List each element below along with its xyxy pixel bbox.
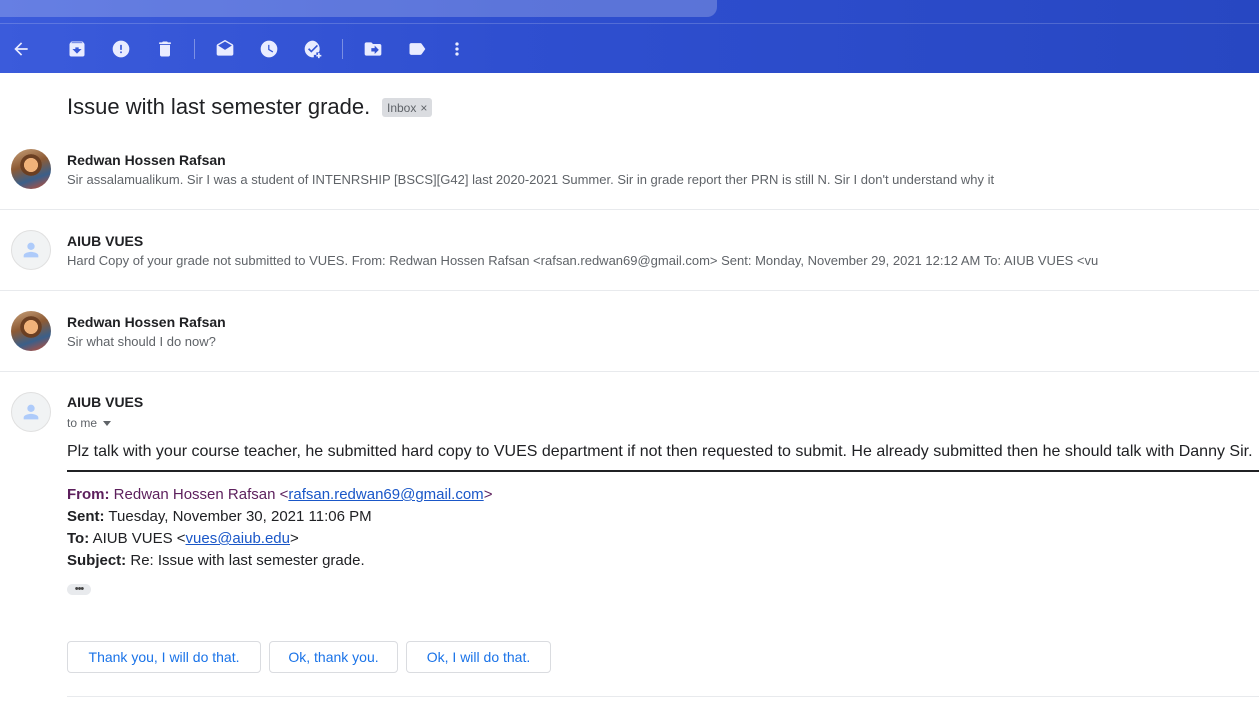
quoted-from-email-link[interactable]: rafsan.redwan69@gmail.com: [288, 486, 483, 503]
bottom-divider: [67, 696, 1259, 697]
quoted-subject-label: Subject:: [67, 552, 127, 569]
recipient-text: to me: [67, 416, 98, 430]
header-divider: [0, 23, 1259, 24]
message-snippet: Hard Copy of your grade not submitted to…: [67, 253, 1099, 268]
delete-icon[interactable]: [153, 37, 177, 61]
label-name: Inbox: [387, 100, 417, 115]
avatar: [11, 230, 51, 270]
person-icon: [23, 242, 39, 258]
avatar: [11, 392, 51, 432]
search-bar[interactable]: [0, 0, 717, 17]
show-trimmed-content-button[interactable]: •••: [67, 584, 91, 595]
remove-label-icon[interactable]: ×: [420, 101, 427, 115]
person-icon: [23, 404, 39, 420]
toolbar-separator: [342, 39, 343, 59]
report-spam-icon[interactable]: [109, 37, 133, 61]
quoted-to-close: >: [289, 530, 299, 547]
quoted-from-name: Redwan Hossen Rafsan <: [113, 486, 289, 503]
avatar: [11, 311, 51, 351]
avatar: [11, 149, 51, 189]
message-snippet: Sir what should I do now?: [67, 334, 216, 349]
message-body: Plz talk with your course teacher, he su…: [67, 443, 1253, 460]
mark-unread-icon[interactable]: [213, 37, 237, 61]
smart-reply-button[interactable]: Ok, thank you.: [269, 641, 398, 673]
quoted-from-line: From: Redwan Hossen Rafsan <rafsan.redwa…: [67, 486, 492, 503]
collapsed-message[interactable]: Redwan Hossen Rafsan Sir what should I d…: [0, 291, 1259, 372]
chevron-down-icon: [103, 420, 112, 426]
quoted-sent-line: Sent: Tuesday, November 30, 2021 11:06 P…: [67, 508, 372, 525]
quoted-to-line: To: AIUB VUES <vues@aiub.edu>: [67, 530, 299, 547]
top-toolbar-band: [0, 0, 1259, 73]
collapsed-message[interactable]: AIUB VUES Hard Copy of your grade not su…: [0, 210, 1259, 291]
smart-reply-button[interactable]: Ok, I will do that.: [406, 641, 551, 673]
collapsed-message[interactable]: Redwan Hossen Rafsan Sir assalamualikum.…: [0, 129, 1259, 210]
quoted-subject-value: Re: Issue with last semester grade.: [130, 552, 365, 569]
message-sender: Redwan Hossen Rafsan: [67, 314, 226, 330]
quoted-from-close: >: [483, 486, 493, 503]
message-snippet: Sir assalamualikum. Sir I was a student …: [67, 172, 995, 187]
recipient-details-toggle[interactable]: to me: [67, 416, 112, 430]
thread-subject: Issue with last semester grade.: [67, 94, 371, 119]
quoted-sent-value: Tuesday, November 30, 2021 11:06 PM: [108, 508, 372, 525]
quoted-from-label: From:: [67, 486, 110, 503]
message-sender: Redwan Hossen Rafsan: [67, 152, 226, 168]
quote-divider: [67, 470, 1259, 472]
snooze-icon[interactable]: [257, 37, 281, 61]
message-sender: AIUB VUES: [67, 233, 144, 249]
more-vert-icon[interactable]: [445, 37, 469, 61]
toolbar-separator: [194, 39, 195, 59]
quoted-sent-label: Sent:: [67, 508, 105, 525]
move-to-icon[interactable]: [361, 37, 385, 61]
quoted-to-name: AIUB VUES <: [92, 530, 186, 547]
quoted-subject-line: Subject: Re: Issue with last semester gr…: [67, 552, 365, 569]
archive-icon[interactable]: [65, 37, 89, 61]
inbox-label-chip[interactable]: Inbox ×: [382, 98, 433, 117]
label-icon[interactable]: [405, 37, 429, 61]
add-to-tasks-icon[interactable]: [301, 37, 325, 61]
message-sender: AIUB VUES: [67, 394, 144, 410]
back-arrow-icon[interactable]: [9, 37, 33, 61]
smart-reply-button[interactable]: Thank you, I will do that.: [67, 641, 261, 673]
quoted-to-email-link[interactable]: vues@aiub.edu: [186, 530, 290, 547]
quoted-to-label: To:: [67, 530, 90, 547]
